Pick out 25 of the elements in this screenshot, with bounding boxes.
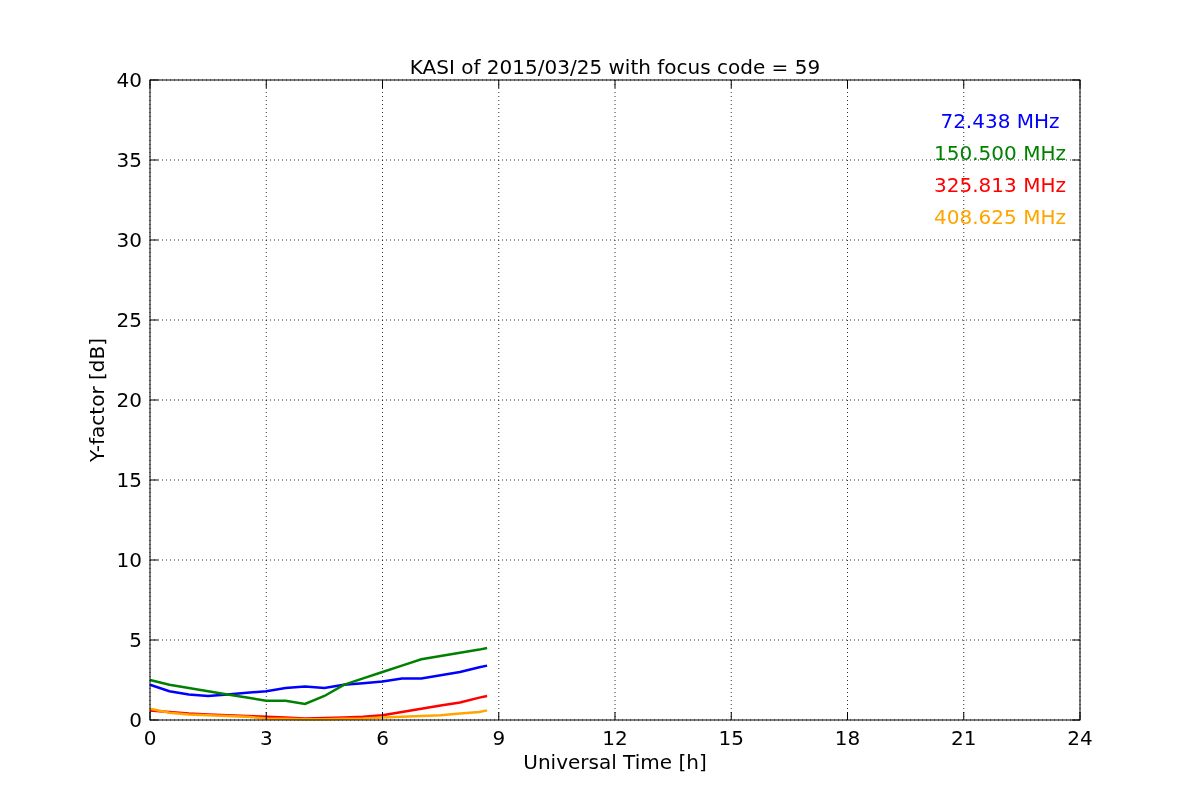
x-axis-label: Universal Time [h] [523,750,707,774]
y-tick-label: 40 [116,68,142,92]
legend-label: 150.500 MHz [934,141,1066,165]
chart-title: KASI of 2015/03/25 with focus code = 59 [409,55,821,79]
y-tick-label: 10 [116,548,142,572]
x-tick-label: 6 [376,726,389,750]
legend-label: 72.438 MHz [940,109,1060,133]
y-tick-label: 5 [129,628,142,652]
x-tick-label: 24 [1067,726,1093,750]
x-tick-label: 0 [143,726,157,750]
y-tick-label: 25 [116,308,142,332]
y-tick-label: 20 [116,388,142,412]
x-tick-label: 3 [259,726,273,750]
x-tick-label: 9 [492,726,506,750]
x-tick-label: 21 [951,726,977,750]
y-tick-label: 30 [116,228,142,252]
legend-label: 325.813 MHz [934,173,1066,197]
x-tick-label: 15 [718,726,744,750]
legend-label: 408.625 MHz [934,205,1066,229]
y-tick-label: 15 [116,468,142,492]
x-tick-label: 12 [602,726,628,750]
y-tick-label: 35 [116,148,142,172]
y-tick-label: 0 [129,708,142,732]
x-tick-label: 18 [834,726,861,750]
y-axis-label: Y-factor [dB] [85,338,109,462]
